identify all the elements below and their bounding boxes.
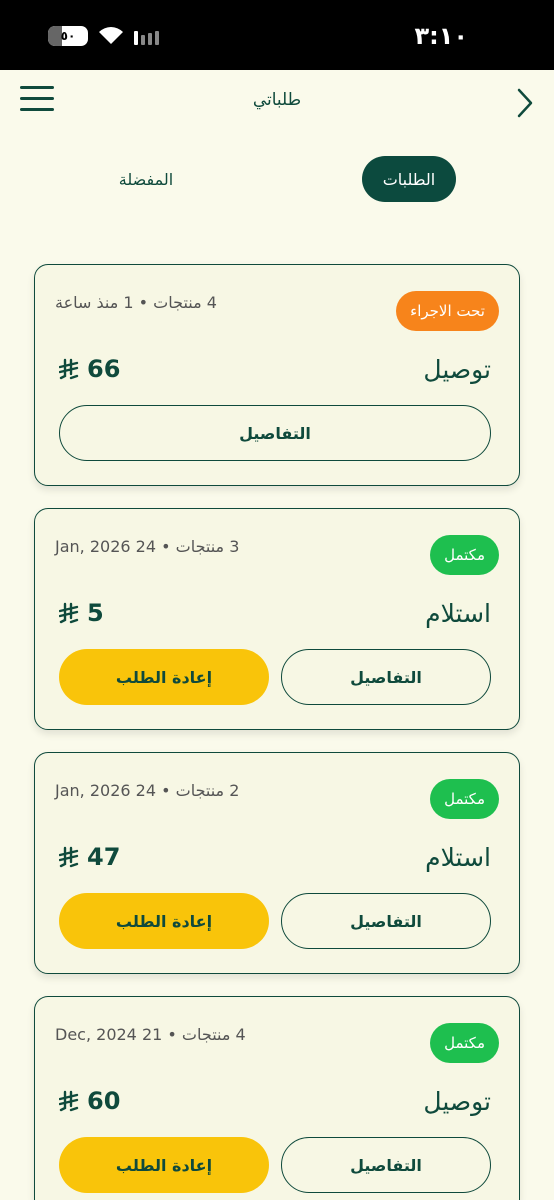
order-card: مكتمل 2 منتجات • 24 Jan, 2026 استلام 47 …: [34, 752, 520, 974]
cellular-signal-icon: [134, 27, 159, 45]
back-button[interactable]: [512, 86, 538, 120]
riyal-icon: [59, 602, 79, 624]
order-meta: 3 منتجات • 24 Jan, 2026: [55, 537, 240, 556]
riyal-icon: [59, 846, 79, 868]
details-button[interactable]: التفاصيل: [59, 405, 491, 461]
order-type: توصيل: [423, 355, 491, 384]
order-type: توصيل: [423, 1087, 491, 1116]
riyal-icon: [59, 1090, 79, 1112]
tab-orders[interactable]: الطلبات: [362, 156, 456, 202]
price-value: 5: [87, 599, 104, 627]
chevron-right-icon: [517, 88, 533, 118]
page-title: طلباتي: [252, 90, 302, 110]
price-value: 47: [87, 843, 121, 871]
app-header: طلباتي: [0, 70, 554, 140]
order-meta: 2 منتجات • 24 Jan, 2026: [55, 781, 240, 800]
battery-level: ٥٠: [60, 29, 76, 43]
price-value: 66: [87, 355, 121, 383]
order-card: تحت الاجراء 4 منتجات • 1 منذ ساعة توصيل …: [34, 264, 520, 486]
wifi-icon: [99, 27, 123, 44]
order-price: 5: [59, 599, 104, 627]
tab-favorites[interactable]: المفضلة: [96, 156, 196, 202]
status-badge: مكتمل: [430, 535, 499, 575]
details-button[interactable]: التفاصيل: [281, 1137, 491, 1193]
status-badge: مكتمل: [430, 779, 499, 819]
order-type: استلام: [425, 843, 491, 872]
price-value: 60: [87, 1087, 121, 1115]
status-badge: تحت الاجراء: [396, 291, 499, 331]
status-bar: ٥٠ ٣:١٠: [0, 0, 554, 70]
order-card: مكتمل 4 منتجات • 21 Dec, 2024 توصيل 60 ا…: [34, 996, 520, 1200]
reorder-button[interactable]: إعادة الطلب: [59, 649, 269, 705]
order-price: 66: [59, 355, 120, 383]
details-button[interactable]: التفاصيل: [281, 893, 491, 949]
order-price: 60: [59, 1087, 120, 1115]
status-badge: مكتمل: [430, 1023, 499, 1063]
battery-icon: ٥٠: [48, 26, 88, 46]
order-meta: 4 منتجات • 1 منذ ساعة: [55, 293, 217, 312]
status-icons: ٥٠: [48, 26, 159, 46]
order-price: 47: [59, 843, 120, 871]
reorder-button[interactable]: إعادة الطلب: [59, 1137, 269, 1193]
details-button[interactable]: التفاصيل: [281, 649, 491, 705]
order-type: استلام: [425, 599, 491, 628]
riyal-icon: [59, 358, 79, 380]
status-time: ٣:١٠: [414, 22, 468, 50]
reorder-button[interactable]: إعادة الطلب: [59, 893, 269, 949]
order-meta: 4 منتجات • 21 Dec, 2024: [55, 1025, 246, 1044]
order-card: مكتمل 3 منتجات • 24 Jan, 2026 استلام 5 ا…: [34, 508, 520, 730]
